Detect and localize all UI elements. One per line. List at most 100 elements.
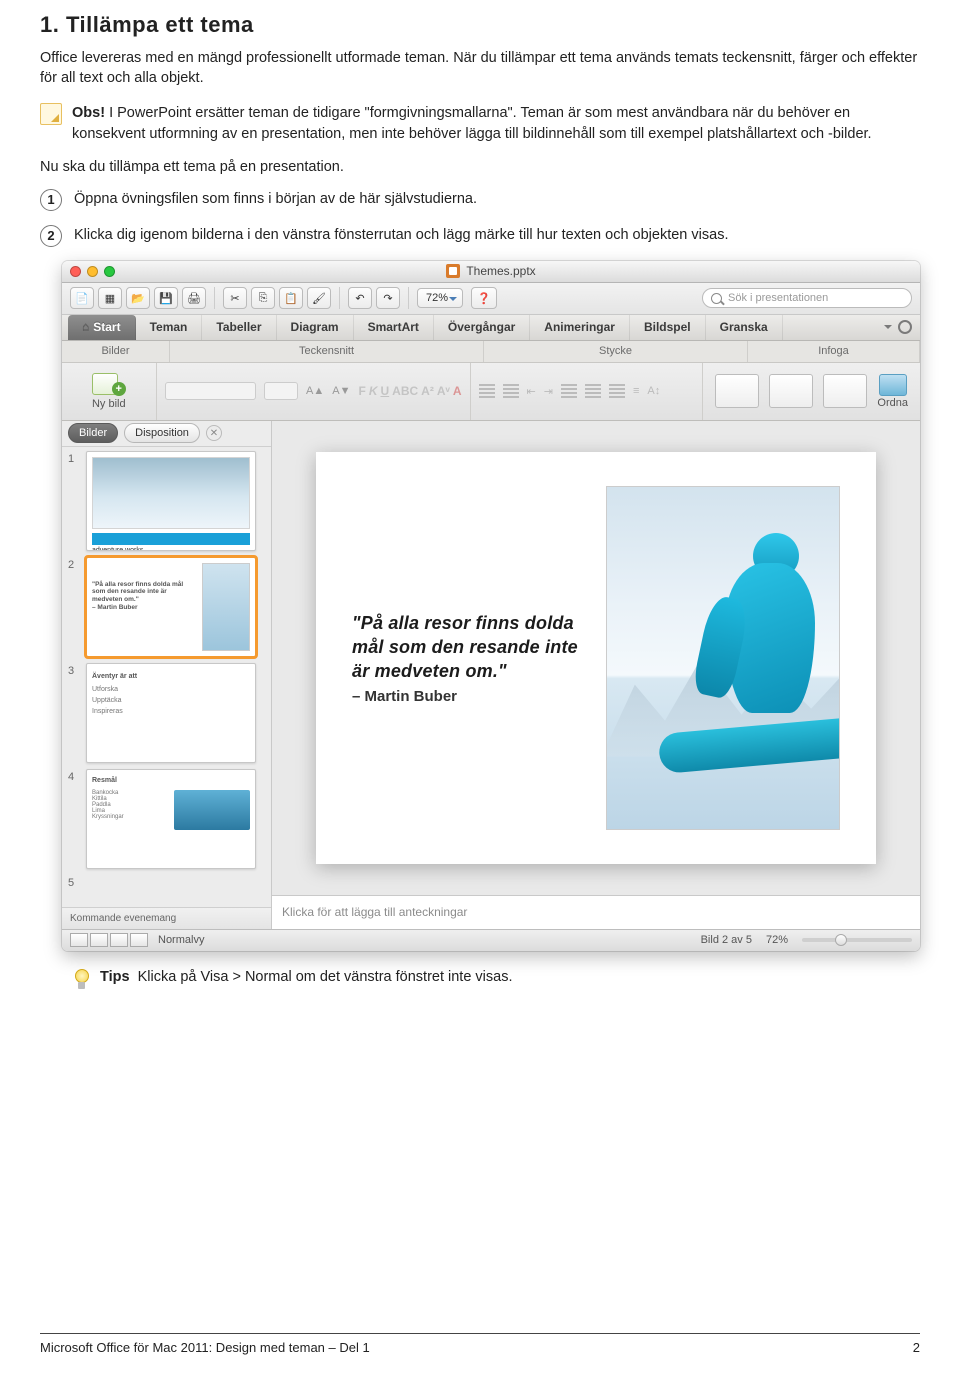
tab-teman[interactable]: Teman bbox=[136, 315, 203, 340]
cut-icon[interactable]: ✂ bbox=[223, 287, 247, 309]
format-painter-icon[interactable]: 🖌 bbox=[307, 287, 331, 309]
lightbulb-icon bbox=[72, 969, 90, 991]
underline-button[interactable]: U bbox=[380, 384, 389, 398]
text-box-icon[interactable] bbox=[715, 374, 759, 408]
page-heading: 1. Tillämpa ett tema bbox=[40, 12, 920, 38]
sorter-view-icon[interactable] bbox=[90, 933, 108, 947]
status-bar: Normalvy Bild 2 av 5 72% bbox=[62, 929, 920, 951]
gallery-icon[interactable]: ▦ bbox=[98, 287, 122, 309]
slide-thumbnail-3[interactable]: Äventyr är att Utforska Upptäcka Inspire… bbox=[86, 663, 256, 763]
slide-thumbnail-4[interactable]: Resmål Bankocka Kittila Paddla Lima Krys… bbox=[86, 769, 256, 869]
slide-thumbnail-2[interactable]: "På alla resor finns dolda mål som den r… bbox=[86, 557, 256, 657]
lead-line: Nu ska du tillämpa ett tema på en presen… bbox=[40, 159, 920, 175]
arrange-icon[interactable] bbox=[879, 374, 907, 396]
align-right-icon[interactable] bbox=[609, 384, 625, 398]
note-body: I PowerPoint ersätter teman de tidigare … bbox=[72, 105, 872, 142]
sticky-note-icon bbox=[40, 103, 62, 125]
zoom-dropdown[interactable]: 72% bbox=[417, 288, 463, 308]
text-direction-icon[interactable]: A↕ bbox=[647, 385, 660, 397]
powerpoint-screenshot: Themes.pptx 📄 ▦ 📂 💾 🖨 ✂ ⎘ 📋 🖌 ↶ ↷ 72% ❓ … bbox=[62, 261, 920, 951]
shrink-font-icon[interactable]: A▼ bbox=[332, 385, 350, 397]
search-icon bbox=[711, 293, 722, 304]
font-select[interactable] bbox=[165, 382, 257, 400]
new-slide-label: Ny bild bbox=[92, 398, 126, 410]
step-number: 2 bbox=[40, 225, 62, 247]
step-text: Klicka dig igenom bilderna i den vänstra… bbox=[74, 225, 728, 245]
tab-tabeller[interactable]: Tabeller bbox=[202, 315, 276, 340]
strike-button[interactable]: ABC bbox=[392, 384, 418, 398]
ribbon-tabs: Start Teman Tabeller Diagram SmartArt Öv… bbox=[62, 315, 920, 341]
step-number: 1 bbox=[40, 189, 62, 211]
footer-page-number: 2 bbox=[913, 1340, 920, 1355]
group-bilder: Bilder bbox=[62, 341, 170, 362]
slide-quote: "På alla resor finns dolda mål som den r… bbox=[352, 611, 584, 684]
quick-access-toolbar: 📄 ▦ 📂 💾 🖨 ✂ ⎘ 📋 🖌 ↶ ↷ 72% ❓ Sök i presen… bbox=[62, 283, 920, 315]
zoom-slider[interactable] bbox=[802, 938, 912, 942]
redo-icon[interactable]: ↷ bbox=[376, 287, 400, 309]
tab-smartart[interactable]: SmartArt bbox=[354, 315, 434, 340]
search-placeholder: Sök i presentationen bbox=[728, 292, 828, 304]
notes-pane[interactable]: Klicka för att lägga till anteckningar bbox=[272, 895, 920, 929]
slide-thumbnail-1[interactable]: adventure works äventyrscykel center bbox=[86, 451, 256, 551]
print-icon[interactable]: 🖨 bbox=[182, 287, 206, 309]
tab-bildspel[interactable]: Bildspel bbox=[630, 315, 706, 340]
tab-overgangar[interactable]: Övergångar bbox=[434, 315, 530, 340]
reading-view-icon[interactable] bbox=[110, 933, 128, 947]
step-2: 2 Klicka dig igenom bilderna i den vänst… bbox=[40, 225, 920, 247]
sidebar-footer: Kommande evenemang bbox=[62, 907, 271, 929]
help-icon[interactable]: ❓ bbox=[471, 287, 497, 309]
window-title: Themes.pptx bbox=[466, 264, 535, 278]
thumb-number: 4 bbox=[68, 769, 80, 869]
picture-icon[interactable] bbox=[823, 374, 867, 408]
tab-disposition[interactable]: Disposition bbox=[124, 423, 200, 443]
superscript-button[interactable]: A² bbox=[421, 384, 434, 398]
slide-thumbnail-5[interactable] bbox=[86, 875, 256, 897]
group-stycke: Stycke bbox=[484, 341, 748, 362]
increase-indent-icon[interactable]: ⇥ bbox=[544, 385, 553, 398]
tab-bilder[interactable]: Bilder bbox=[68, 423, 118, 443]
tab-animeringar[interactable]: Animeringar bbox=[530, 315, 630, 340]
search-input[interactable]: Sök i presentationen bbox=[702, 288, 912, 308]
paste-icon[interactable]: 📋 bbox=[279, 287, 303, 309]
bold-button[interactable]: F bbox=[358, 384, 365, 398]
thumb-number: 3 bbox=[68, 663, 80, 763]
slide-canvas-area: "På alla resor finns dolda mål som den r… bbox=[272, 421, 920, 929]
bullets-icon[interactable] bbox=[479, 384, 495, 398]
slideshow-view-icon[interactable] bbox=[130, 933, 148, 947]
decrease-indent-icon[interactable]: ⇤ bbox=[527, 385, 536, 398]
plus-icon[interactable]: + bbox=[112, 382, 126, 396]
tab-diagram[interactable]: Diagram bbox=[277, 315, 354, 340]
note-block: Obs! I PowerPoint ersätter teman de tidi… bbox=[40, 103, 920, 145]
grow-font-icon[interactable]: A▲ bbox=[306, 385, 324, 397]
align-left-icon[interactable] bbox=[561, 384, 577, 398]
highlight-button[interactable]: Aᵛ bbox=[437, 384, 450, 398]
numbering-icon[interactable] bbox=[503, 384, 519, 398]
workspace: Bilder Disposition ✕ 1 adventure works ä… bbox=[62, 421, 920, 929]
font-size-select[interactable] bbox=[264, 382, 298, 400]
chevron-down-icon[interactable] bbox=[884, 325, 892, 333]
group-infoga: Infoga bbox=[748, 341, 920, 362]
view-label: Normalvy bbox=[158, 934, 204, 946]
gear-icon[interactable] bbox=[898, 320, 912, 334]
new-file-icon[interactable]: 📄 bbox=[70, 287, 94, 309]
slide-panel: Bilder Disposition ✕ 1 adventure works ä… bbox=[62, 421, 272, 929]
thumb-number: 5 bbox=[68, 875, 80, 897]
tips-label: Tips bbox=[100, 969, 130, 985]
line-spacing-icon[interactable]: ≡ bbox=[633, 385, 639, 397]
open-icon[interactable]: 📂 bbox=[126, 287, 150, 309]
current-slide[interactable]: "På alla resor finns dolda mål som den r… bbox=[316, 452, 876, 864]
tab-granska[interactable]: Granska bbox=[706, 315, 783, 340]
step-1: 1 Öppna övningsfilen som finns i början … bbox=[40, 189, 920, 211]
font-color-button[interactable]: A bbox=[453, 384, 462, 398]
close-panel-icon[interactable]: ✕ bbox=[206, 425, 222, 441]
tab-start[interactable]: Start bbox=[68, 315, 136, 340]
shape-icon[interactable] bbox=[769, 374, 813, 408]
copy-icon[interactable]: ⎘ bbox=[251, 287, 275, 309]
undo-icon[interactable]: ↶ bbox=[348, 287, 372, 309]
normal-view-icon[interactable] bbox=[70, 933, 88, 947]
italic-button[interactable]: K bbox=[369, 384, 378, 398]
save-icon[interactable]: 💾 bbox=[154, 287, 178, 309]
align-center-icon[interactable] bbox=[585, 384, 601, 398]
tips-text: Tips Klicka på Visa > Normal om det väns… bbox=[100, 969, 513, 985]
thumb-number: 1 bbox=[68, 451, 80, 551]
